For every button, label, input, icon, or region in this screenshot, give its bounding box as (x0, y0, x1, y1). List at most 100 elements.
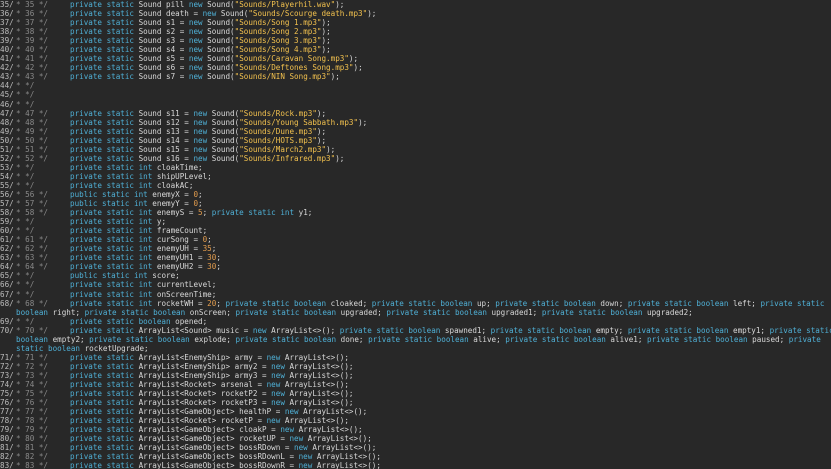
decompiler-line-comment: * 83 */ (16, 461, 49, 469)
line-number: 70/ (0, 325, 14, 335)
code-line[interactable]: 41/* 41 */ private static Sound s5 = new … (0, 54, 831, 63)
code-text: private static ArrayList<Rocket> rocketP… (70, 389, 354, 399)
code-line[interactable]: 42/* 42 */ private static Sound s6 = new … (0, 63, 831, 72)
line-number: 45/ (0, 90, 14, 100)
code-line[interactable]: 83/* 83 */ private static ArrayList<GameO… (0, 461, 831, 469)
code-text: private static ArrayList<GameObject> roc… (70, 434, 372, 444)
code-line[interactable]: 78/* 78 */ private static ArrayList<Rocke… (0, 416, 831, 425)
code-line[interactable]: 38/* 38 */ private static Sound s2 = new … (0, 27, 831, 36)
code-line[interactable]: 76/* 76 */ private static ArrayList<Rocke… (0, 398, 831, 407)
line-number: 76/ (0, 398, 14, 408)
code-text: private static ArrayList<GameObject> hea… (70, 407, 368, 417)
code-line[interactable]: 64/* 64 */ private static int enemyUH2 = … (0, 262, 831, 271)
line-number: 43/ (0, 72, 14, 82)
code-line[interactable]: 60/* */ private static int frameCount; (0, 226, 831, 235)
code-line[interactable]: 80/* 80 */ private static ArrayList<GameO… (0, 434, 831, 443)
decompiler-line-comment: * 72 */ (16, 361, 49, 371)
line-number: 63/ (0, 253, 14, 263)
code-line[interactable]: 56/* 56 */ public static int enemyX = 0; (0, 190, 831, 199)
line-number: 77/ (0, 407, 14, 417)
code-line[interactable]: 45/* */ (0, 90, 831, 99)
code-text: private static Sound s5 = new Sound("Sou… (70, 54, 359, 64)
decompiler-line-comment: * 38 */ (16, 27, 49, 37)
code-line[interactable]: 44/* */ (0, 81, 831, 90)
decompiler-line-comment: * 39 */ (16, 36, 49, 46)
decompiler-line-comment: * 78 */ (16, 416, 49, 426)
code-line[interactable]: 65/* */ public static int score; (0, 271, 831, 280)
code-line[interactable]: 37/* 37 */ private static Sound s1 = new … (0, 18, 831, 27)
code-line[interactable]: 52/* 52 */ private static Sound s16 = new… (0, 154, 831, 163)
line-number: 78/ (0, 416, 14, 426)
code-text: private static int frameCount; (70, 226, 208, 236)
code-line[interactable]: 35/* 35 */ private static Sound pill new … (0, 0, 831, 9)
code-text: private static ArrayList<Rocket> arsenal… (70, 379, 349, 389)
code-line[interactable]: 62/* 62 */ private static int enemyUH = 3… (0, 244, 831, 253)
code-line[interactable]: 55/* */ private static int cloakAC; (0, 181, 831, 190)
code-line[interactable]: 54/* */ private static int shipUPLevel; (0, 172, 831, 181)
line-number: 38/ (0, 27, 14, 37)
code-line[interactable]: static boolean rocketUpgrade; (0, 344, 831, 353)
code-text: private static int curSong = 0; (70, 235, 212, 245)
decompiler-line-comment: * 71 */ (16, 352, 49, 362)
code-line[interactable]: 69/* */ private static boolean opened; (0, 317, 831, 326)
line-number: 79/ (0, 425, 14, 435)
code-line[interactable]: 47/* 47 */ private static Sound s11 = new… (0, 109, 831, 118)
code-line[interactable]: 63/* 63 */ private static int enemyUH1 = … (0, 253, 831, 262)
code-line[interactable]: 77/* 77 */ private static ArrayList<GameO… (0, 407, 831, 416)
code-text: private static Sound s4 = new Sound("Sou… (70, 45, 331, 55)
decompiler-line-comment: * 35 */ (16, 0, 49, 9)
code-text: private static Sound s7 = new Sound("Sou… (70, 72, 340, 82)
code-editor[interactable]: 35/* 35 */ private static Sound pill new … (0, 0, 831, 469)
code-line[interactable]: 49/* 49 */ private static Sound s13 = new… (0, 127, 831, 136)
decompiler-line-comment: * 57 */ (16, 199, 49, 209)
decompiler-line-comment: * 68 */ (16, 298, 49, 308)
code-line[interactable]: 48/* 48 */ private static Sound s12 = new… (0, 118, 831, 127)
code-line[interactable]: 53/* */ private static int cloakTime; (0, 163, 831, 172)
decompiler-line-comment: * */ (16, 316, 35, 326)
code-line[interactable]: 43/* 43 */ private static Sound s7 = new … (0, 72, 831, 81)
code-text: private static int enemyUH = 35; (70, 244, 217, 254)
code-line[interactable]: 59/* */ private static int y; (0, 217, 831, 226)
decompiler-line-comment: * 50 */ (16, 135, 49, 145)
decompiler-line-comment: * 73 */ (16, 370, 49, 380)
code-line[interactable]: 36/* 36 */ private static Sound death = n… (0, 9, 831, 18)
code-line[interactable]: boolean right; private static boolean on… (0, 308, 831, 317)
code-text: private static Sound s12 = new Sound("So… (70, 117, 368, 127)
line-number: 37/ (0, 18, 14, 28)
code-line[interactable]: 61/* 61 */ private static int curSong = 0… (0, 235, 831, 244)
code-line[interactable]: 57/* 57 */ public static int enemyY = 0; (0, 199, 831, 208)
code-text: private static int cloakAC; (70, 180, 194, 190)
code-line[interactable]: 74/* 74 */ private static ArrayList<Rocke… (0, 380, 831, 389)
code-line[interactable]: 71/* 71 */ private static ArrayList<Enemy… (0, 353, 831, 362)
decompiler-line-comment: * */ (16, 289, 35, 299)
code-line[interactable]: 66/* */ private static int currentLevel; (0, 280, 831, 289)
code-text: private static int rocketWH = 20; privat… (70, 298, 825, 308)
code-line[interactable]: 46/* */ (0, 100, 831, 109)
code-line[interactable]: 70/* 70 */ private static ArrayList<Sound… (0, 326, 831, 335)
decompiler-line-comment: * 42 */ (16, 63, 49, 73)
code-line[interactable]: 72/* 72 */ private static ArrayList<Enemy… (0, 362, 831, 371)
code-line[interactable]: 39/* 39 */ private static Sound s3 = new … (0, 36, 831, 45)
line-number: 60/ (0, 226, 14, 236)
decompiler-line-comment: * 43 */ (16, 72, 49, 82)
line-number: 83/ (0, 461, 14, 469)
code-line[interactable]: 50/* 50 */ private static Sound s14 = new… (0, 136, 831, 145)
code-line[interactable]: 81/* 81 */ private static ArrayList<GameO… (0, 443, 831, 452)
code-line[interactable]: 67/* */ private static int onScreenTime; (0, 290, 831, 299)
code-text: private static Sound s14 = new Sound("So… (70, 135, 327, 145)
code-line[interactable]: 79/* 79 */ private static ArrayList<GameO… (0, 425, 831, 434)
code-line[interactable]: 40/* 40 */ private static Sound s4 = new … (0, 45, 831, 54)
code-line[interactable]: 68/* 68 */ private static int rocketWH = … (0, 299, 831, 308)
decompiler-line-comment: * */ (16, 171, 35, 181)
code-text: private static int enemyUH2 = 30; (70, 262, 221, 272)
decompiler-line-comment: * 77 */ (16, 407, 49, 417)
code-line[interactable]: 51/* 51 */ private static Sound s15 = new… (0, 145, 831, 154)
decompiler-line-comment: * */ (16, 180, 35, 190)
code-line[interactable]: boolean empty2; private static boolean e… (0, 335, 831, 344)
code-line[interactable]: 73/* 73 */ private static ArrayList<Enemy… (0, 371, 831, 380)
line-number: 66/ (0, 280, 14, 290)
code-line[interactable]: 75/* 75 */ private static ArrayList<Rocke… (0, 389, 831, 398)
line-number: 80/ (0, 434, 14, 444)
code-line[interactable]: 58/* 58 */ private static int enemyS = 5;… (0, 208, 831, 217)
code-line[interactable]: 82/* 82 */ private static ArrayList<GameO… (0, 452, 831, 461)
